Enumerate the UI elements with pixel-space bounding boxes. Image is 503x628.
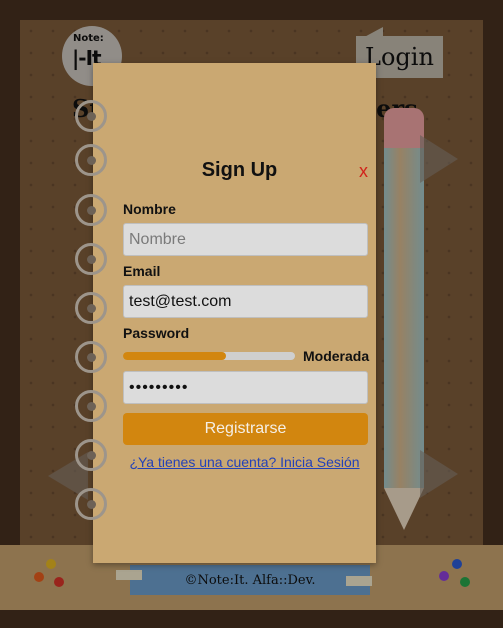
password-label: Password — [123, 325, 190, 341]
spiral-ring-icon — [75, 341, 107, 373]
spiral-ring-icon — [75, 292, 107, 324]
spiral-ring-icon — [75, 100, 107, 132]
email-input[interactable] — [123, 285, 368, 318]
email-label: Email — [123, 263, 161, 279]
nombre-label: Nombre — [123, 201, 176, 217]
register-button[interactable]: Registrarse — [123, 413, 368, 445]
modal-title: Sign Up — [201, 159, 278, 181]
login-link[interactable]: ¿Ya tienes una cuenta? Inicia Sesión — [93, 454, 396, 470]
password-strength-label: Moderada — [303, 348, 370, 364]
spiral-ring-icon — [75, 390, 107, 422]
password-strength-fill — [123, 352, 227, 360]
spiral-ring-icon — [75, 488, 107, 520]
password-strength-meter — [123, 352, 295, 360]
signup-modal: Sign Up x Nombre Email Password Moderada… — [75, 63, 376, 563]
nombre-input[interactable] — [123, 223, 368, 256]
close-button[interactable]: x — [359, 161, 368, 182]
spiral-ring-icon — [75, 194, 107, 226]
spiral-ring-icon — [75, 243, 107, 275]
password-input[interactable] — [123, 371, 368, 404]
